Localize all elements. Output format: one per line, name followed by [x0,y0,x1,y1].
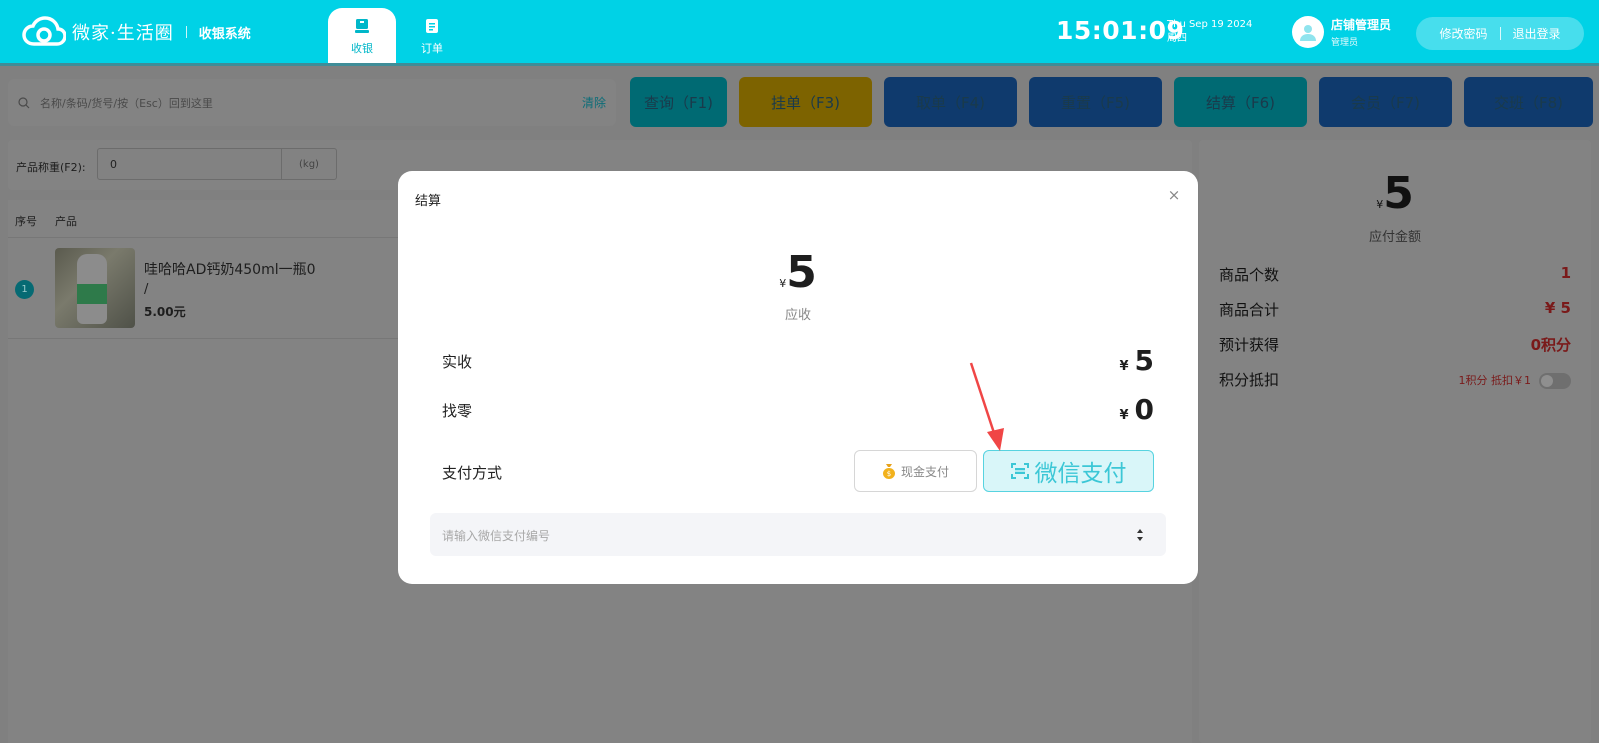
account-actions: 修改密码 退出登录 [1416,17,1584,50]
search-icon [18,96,30,108]
user-info: 店铺管理员 管理员 [1292,16,1391,48]
shift-change-button[interactable]: 交班（F8) [1464,77,1593,127]
retrieve-order-button[interactable]: 取单（F4) [884,77,1017,127]
cash-pay-label: 现金支付 [900,464,949,479]
payable-amount: 5 [1383,168,1414,219]
points-toggle[interactable] [1539,373,1571,389]
annotation-arrow-icon [969,362,1004,451]
summary-label: 积分抵扣 [1219,371,1280,389]
pay-method-label: 支付方式 [442,464,503,482]
app-header: 微家·生活圈 收银系统 收银 订单 15:01:09 Thu Sep 19 20… [0,0,1599,66]
checkout-dialog: 结算 × ¥5 应收 实收 ¥5 找零 ¥0 支付方式 $ 现金支付 微信支付 … [398,171,1198,584]
currency-symbol: ¥ [1119,359,1129,374]
search-clear-button[interactable]: 清除 [582,94,606,111]
svg-text:$: $ [887,470,891,478]
order-summary: ¥5 应付金额 商品个数 1 商品合计 ¥ 5 预计获得 0积分 积分抵扣 1积… [1199,140,1591,743]
weekday-text: 周四 [1167,33,1187,44]
reset-button[interactable]: 重置（F5) [1029,77,1162,127]
clock-date: Thu Sep 19 2024 周四 [1167,18,1252,46]
summary-label: 预计获得 [1219,336,1280,354]
tab-cashier-label: 收银 [351,42,373,55]
currency-symbol: ¥ [1119,408,1129,423]
summary-points-deduction: 积分抵扣 1积分 抵扣￥1 [1219,369,1571,391]
receivable-value: 5 [786,247,817,298]
change-label: 找零 [442,402,473,420]
payable-total: ¥5 [1199,168,1591,219]
money-bag-icon: $ [882,464,895,479]
received-amount: ¥5 [1119,344,1154,377]
search-placeholder: 名称/条码/货号/按（Esc）回到这里 [40,96,213,110]
clock-time: 15:01:09 [1056,16,1185,45]
user-name: 店铺管理员 [1331,18,1392,32]
number-spinner-icon[interactable] [1136,527,1144,543]
cash-pay-button[interactable]: $ 现金支付 [854,450,977,492]
summary-subtotal: 商品合计 ¥ 5 [1219,299,1571,321]
weigh-value: 0 [110,158,117,171]
logout-link[interactable]: 退出登录 [1513,25,1561,42]
received-value: 5 [1134,344,1154,377]
logo-divider [185,26,187,38]
summary-label: 商品个数 [1219,266,1280,284]
scan-icon [1010,463,1029,479]
user-role: 管理员 [1331,38,1359,48]
summary-value: 1 [1560,264,1571,282]
pay-code-placeholder: 请输入微信支付编号 [442,529,551,543]
change-amount: ¥0 [1119,393,1154,426]
row-index-badge: 1 [15,280,34,299]
received-label: 实收 [442,353,473,371]
system-name: 收银系统 [198,26,251,42]
receivable-amount: ¥5 [398,247,1198,298]
change-password-link[interactable]: 修改密码 [1439,25,1487,42]
tab-orders-label: 订单 [421,42,443,55]
summary-points-earned: 预计获得 0积分 [1219,334,1571,356]
user-avatar-icon [1292,16,1324,48]
dialog-title: 结算 [415,194,442,209]
summary-label: 商品合计 [1219,301,1280,319]
receivable-label: 应收 [784,308,811,323]
query-button[interactable]: 查询（F1) [630,77,727,127]
change-value: 0 [1134,393,1154,426]
column-product: 产品 [55,215,77,228]
product-image [55,248,135,328]
product-price: 5.00元 [144,305,186,319]
summary-value: ¥ 5 [1544,299,1571,317]
wechat-pay-button[interactable]: 微信支付 [983,450,1154,492]
orders-icon [426,19,438,33]
weigh-label: 产品称重(F2): [16,161,86,174]
product-title: 哇哈哈AD钙奶450ml一瓶0 [144,262,316,278]
payable-label: 应付金额 [1368,230,1421,245]
date-text: Thu Sep 19 2024 [1167,19,1253,30]
tab-orders[interactable]: 订单 [398,8,466,66]
weigh-unit: (kg) [281,149,336,179]
cloud-logo-icon [22,16,67,48]
wechat-pay-code-input[interactable]: 请输入微信支付编号 [430,513,1166,556]
app-logo: 微家·生活圈 收银系统 [22,16,251,48]
member-button[interactable]: 会员（F7) [1319,77,1452,127]
tab-cashier[interactable]: 收银 [328,8,396,66]
wechat-pay-label: 微信支付 [1034,461,1127,487]
summary-value: 0积分 [1530,336,1571,354]
checkout-button[interactable]: 结算（F6) [1174,77,1307,127]
close-icon[interactable]: × [1167,188,1181,203]
product-spec: / [144,282,149,297]
hold-order-button[interactable]: 挂单（F3) [739,77,872,127]
weigh-input[interactable]: 0 (kg) [97,148,337,180]
product-search[interactable]: 名称/条码/货号/按（Esc）回到这里 清除 [8,79,616,126]
summary-item-count: 商品个数 1 [1219,264,1571,286]
points-rule: 1积分 抵扣￥1 [1458,374,1532,387]
brand-name: 微家·生活圈 [72,23,174,44]
column-index: 序号 [15,215,37,228]
cashier-icon [355,19,369,33]
account-divider [1499,27,1501,40]
